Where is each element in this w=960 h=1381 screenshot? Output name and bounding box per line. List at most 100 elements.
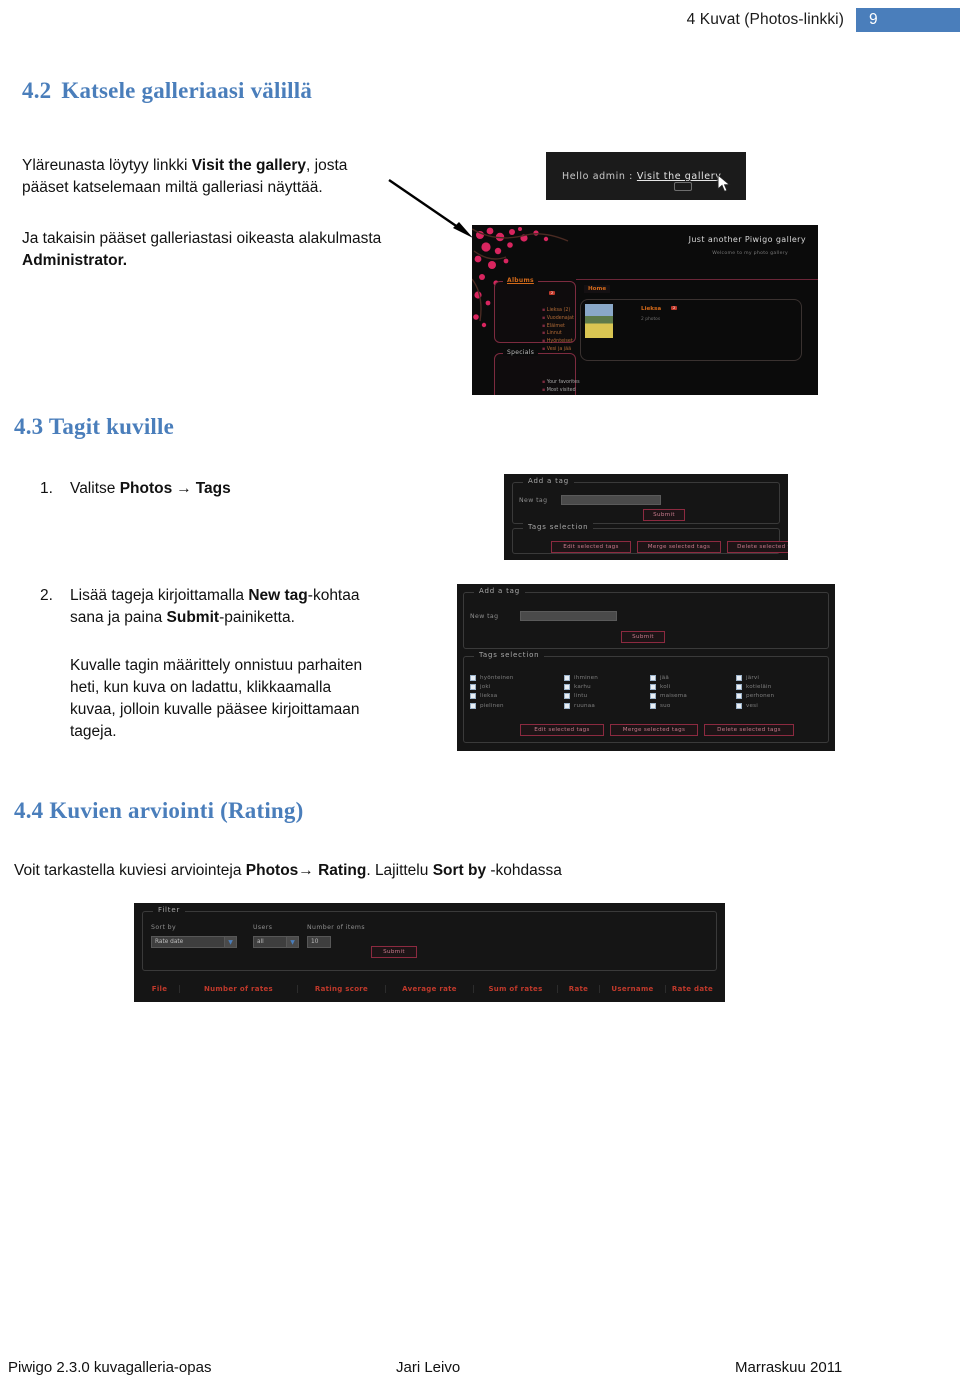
- checkbox-icon[interactable]: [564, 684, 570, 691]
- sort-by-select[interactable]: Rate date ▼: [151, 936, 237, 948]
- table-header-cell[interactable]: Rating score: [298, 984, 386, 993]
- tag-checkbox-row[interactable]: karhu: [564, 684, 598, 691]
- tag-checkbox-row[interactable]: suo: [650, 702, 687, 709]
- tag-label[interactable]: ihminen: [574, 675, 598, 681]
- chevron-down-icon[interactable]: ▼: [224, 937, 236, 947]
- checkbox-icon[interactable]: [736, 693, 742, 700]
- checkbox-icon[interactable]: [650, 675, 656, 681]
- new-tag-input-small[interactable]: [561, 495, 661, 505]
- tag-label[interactable]: kotieläin: [746, 684, 772, 690]
- header-title: 4 Kuvat (Photos-linkki): [686, 11, 844, 28]
- specials-menu-list[interactable]: Your favorites Most visited Best rated R…: [502, 379, 585, 395]
- list-item-4-3-1: 1. Valitse Photos → Tags: [40, 478, 420, 500]
- table-header-cell[interactable]: Rate date: [666, 985, 719, 993]
- number-of-items-input[interactable]: 10: [307, 936, 331, 948]
- tag-label[interactable]: lintu: [574, 693, 587, 699]
- tag-column-4: järvi kotieläin perhonen vesi: [736, 675, 774, 712]
- tag-label[interactable]: joki: [480, 684, 491, 690]
- tag-checkbox-row[interactable]: perhonen: [736, 693, 774, 700]
- para-4-4-sortby: Sort by: [432, 862, 487, 879]
- merge-selected-tags-button[interactable]: Merge selected tags: [610, 724, 698, 736]
- tag-label[interactable]: maisema: [660, 693, 687, 699]
- special-item[interactable]: Your favorites: [542, 379, 585, 387]
- album-item[interactable]: Hyönteiset: [542, 338, 574, 346]
- table-header-cell[interactable]: Username: [600, 984, 666, 993]
- checkbox-icon[interactable]: [470, 684, 476, 691]
- merge-selected-tags-button-small[interactable]: Merge selected tags: [637, 541, 721, 553]
- checkbox-icon[interactable]: [736, 684, 742, 691]
- checkbox-icon[interactable]: [650, 693, 656, 700]
- users-select[interactable]: all ▼: [253, 936, 299, 948]
- tag-checkbox-row[interactable]: lieksa: [470, 693, 514, 700]
- checkbox-icon[interactable]: [564, 702, 570, 709]
- checkbox-icon[interactable]: [470, 693, 476, 700]
- footer-date-text: Marraskuu 2011: [735, 1359, 843, 1376]
- table-header-cell[interactable]: Average rate: [386, 984, 474, 993]
- edit-selected-tags-button[interactable]: Edit selected tags: [520, 724, 604, 736]
- checkbox-icon[interactable]: [736, 702, 742, 709]
- gallery-breadcrumb-home[interactable]: Home: [584, 285, 611, 293]
- album-item[interactable]: Eläimet: [542, 323, 574, 331]
- new-tag-label-small: New tag: [519, 497, 548, 504]
- gallery-site-title: Just another Piwigo gallery: [688, 235, 806, 244]
- tag-checkbox-row[interactable]: jää: [650, 675, 687, 681]
- tags-selection-legend-small: Tags selection: [523, 523, 594, 531]
- screenshot-visit-gallery-bar: Hello admin : Visit the gallery: [546, 152, 746, 200]
- checkbox-icon[interactable]: [650, 702, 656, 709]
- tag-checkbox-row[interactable]: pielinen: [470, 702, 514, 709]
- tag-label[interactable]: lieksa: [480, 693, 497, 699]
- table-header-cell[interactable]: File: [140, 984, 180, 993]
- tag-label[interactable]: suo: [660, 703, 670, 709]
- tag-checkbox-row[interactable]: lintu: [564, 693, 598, 700]
- filter-submit-button[interactable]: Submit: [371, 946, 417, 958]
- album-item[interactable]: Linnut: [542, 330, 574, 338]
- gallery-album-card[interactable]: Lieksa 2 2 photos: [580, 299, 802, 361]
- tag-checkbox-row[interactable]: joki: [470, 684, 514, 691]
- tag-label[interactable]: järvi: [746, 675, 759, 681]
- tag-label[interactable]: pielinen: [480, 703, 504, 709]
- list-marker: 2.: [40, 587, 53, 604]
- tag-checkbox-row[interactable]: hyönteinen: [470, 675, 514, 681]
- album-card-title[interactable]: Lieksa: [641, 306, 661, 312]
- checkbox-icon[interactable]: [470, 702, 476, 709]
- para-4-4-f: -kohdassa: [486, 862, 562, 879]
- tag-checkbox-row[interactable]: ruunaa: [564, 702, 598, 709]
- tag-label[interactable]: ruunaa: [574, 703, 595, 709]
- chevron-down-icon[interactable]: ▼: [286, 937, 298, 947]
- tag-label[interactable]: koli: [660, 684, 670, 690]
- tag-label[interactable]: perhonen: [746, 693, 774, 699]
- new-tag-input[interactable]: [520, 611, 617, 621]
- mouse-cursor-icon: [717, 174, 731, 193]
- tag-checkbox-row[interactable]: järvi: [736, 675, 774, 681]
- screenshot-tags-panel-full: Add a tag New tag Submit Tags selection …: [457, 584, 835, 751]
- tag-checkbox-row[interactable]: kotieläin: [736, 684, 774, 691]
- tag-label[interactable]: hyönteinen: [480, 675, 514, 681]
- para-4-2-bold-visit: Visit the gallery: [191, 157, 307, 174]
- tag-label[interactable]: vesi: [746, 703, 758, 709]
- edit-selected-tags-button-small[interactable]: Edit selected tags: [551, 541, 631, 553]
- tag-checkbox-row[interactable]: maisema: [650, 693, 687, 700]
- tag-label[interactable]: karhu: [574, 684, 591, 690]
- table-header-cell[interactable]: Rate: [558, 984, 600, 993]
- submit-button[interactable]: Submit: [621, 631, 665, 643]
- table-header-cell[interactable]: Sum of rates: [474, 984, 558, 993]
- delete-selected-tags-button-small[interactable]: Delete selected tags: [727, 541, 788, 553]
- table-header-cell[interactable]: Number of rates: [180, 984, 298, 993]
- album-item[interactable]: Lieksa (2): [542, 307, 574, 315]
- tag-checkbox-row[interactable]: ihminen: [564, 675, 598, 681]
- note-line-4: tageja.: [70, 723, 117, 740]
- delete-selected-tags-button[interactable]: Delete selected tags: [704, 724, 794, 736]
- checkbox-icon[interactable]: [650, 684, 656, 691]
- tag-checkbox-row[interactable]: koli: [650, 684, 687, 691]
- checkbox-icon[interactable]: [736, 675, 742, 681]
- checkbox-icon[interactable]: [564, 675, 570, 681]
- checkbox-icon[interactable]: [564, 693, 570, 700]
- album-thumbnail[interactable]: [585, 304, 613, 338]
- visit-the-gallery-link[interactable]: Visit the gallery: [637, 171, 722, 182]
- album-item[interactable]: Vuodenajat: [542, 315, 574, 323]
- tag-checkbox-row[interactable]: vesi: [736, 702, 774, 709]
- checkbox-icon[interactable]: [470, 675, 476, 681]
- submit-button-small[interactable]: Submit: [643, 509, 685, 521]
- tag-label[interactable]: jää: [660, 675, 669, 681]
- special-item[interactable]: Most visited: [542, 387, 585, 395]
